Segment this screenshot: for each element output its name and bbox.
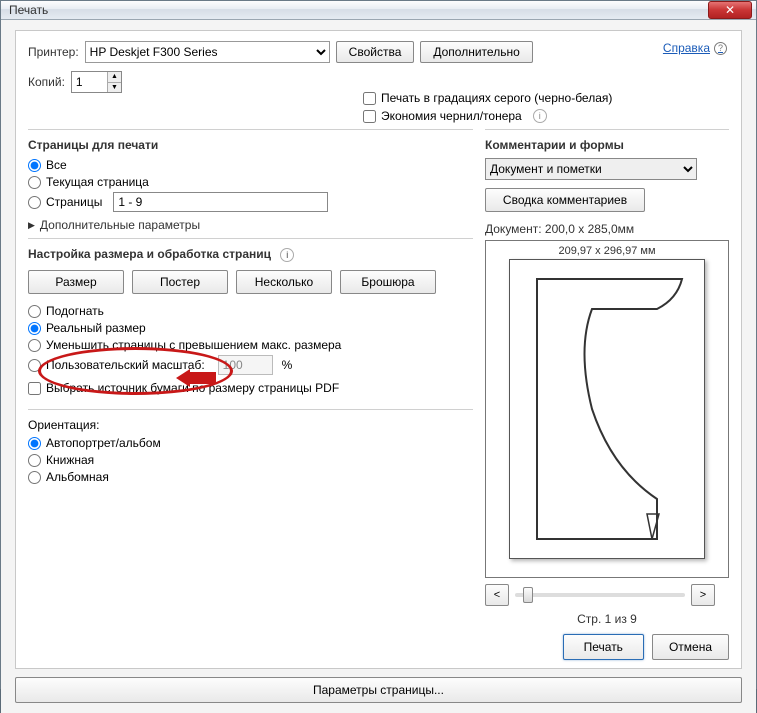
custom-scale-unit: % [282,358,293,372]
copies-input[interactable] [72,72,107,92]
pages-current-radio[interactable] [28,176,41,189]
properties-button[interactable]: Свойства [336,41,415,63]
size-button[interactable]: Размер [28,270,124,294]
shrink-label: Уменьшить страницы с превышением макс. р… [46,338,341,352]
triangle-right-icon: ▶ [28,220,35,231]
dialog-body: Справка ? Принтер: HP Deskjet F300 Serie… [1,20,756,713]
preview-box: 209,97 x 296,97 мм [485,240,729,578]
more-params-toggle[interactable]: ▶ Дополнительные параметры [28,218,473,232]
save-ink-checkbox[interactable] [363,110,376,123]
inner-panel: Справка ? Принтер: HP Deskjet F300 Serie… [15,30,742,669]
pages-all-radio[interactable] [28,159,41,172]
comments-select[interactable]: Документ и пометки [485,158,697,180]
custom-scale-label: Пользовательский масштаб: [46,358,205,372]
titlebar: Печать ✕ [1,1,756,20]
shrink-radio[interactable] [28,339,41,352]
pages-range-label: Страницы [46,195,102,209]
pages-current-label: Текущая страница [46,175,149,189]
print-options: Печать в градациях серого (черно-белая) … [363,91,612,127]
orient-auto-label: Автопортрет/альбом [46,436,161,450]
help-label: Справка [663,41,710,55]
comments-summary-button[interactable]: Сводка комментариев [485,188,645,212]
preview-nav: < > [485,584,729,606]
info-icon[interactable]: i [280,248,294,262]
pages-range-input[interactable] [113,192,328,212]
pages-header: Страницы для печати [28,129,473,152]
document-dimensions: Документ: 200,0 x 285,0мм [485,222,729,236]
print-button[interactable]: Печать [563,634,644,660]
page-preview [509,259,705,559]
custom-scale-radio[interactable] [28,359,41,372]
booklet-button[interactable]: Брошюра [340,270,436,294]
copies-row: Копий: ▲ ▼ [28,71,729,93]
multiple-button[interactable]: Несколько [236,270,332,294]
page-slider[interactable] [515,593,685,597]
copies-up[interactable]: ▲ [108,72,121,83]
save-ink-label: Экономия чернил/тонера [381,109,522,123]
more-params-label: Дополнительные параметры [40,218,200,232]
page-setup-button[interactable]: Параметры страницы... [15,677,742,703]
close-icon: ✕ [725,3,735,17]
custom-scale-input [218,355,273,375]
pattern-preview-svg [517,269,697,549]
orient-portrait-label: Книжная [46,453,94,467]
copies-label: Копий: [28,75,65,89]
pages-all-label: Все [46,158,67,172]
orientation-header: Ориентация: [28,418,473,432]
orient-landscape-radio[interactable] [28,471,41,484]
right-column: Комментарии и формы Документ и пометки С… [485,123,729,626]
grayscale-checkbox[interactable] [363,92,376,105]
orient-landscape-label: Альбомная [46,470,109,484]
fit-label: Подогнать [46,304,104,318]
comments-header: Комментарии и формы [485,129,729,152]
close-button[interactable]: ✕ [708,1,752,19]
choose-source-label: Выбрать источник бумаги по размеру стран… [46,381,339,395]
choose-source-checkbox[interactable] [28,382,41,395]
printer-label: Принтер: [28,45,79,59]
page-dimensions: 209,97 x 296,97 мм [558,245,655,257]
actual-size-radio[interactable] [28,322,41,335]
copies-down[interactable]: ▼ [108,83,121,93]
grayscale-label: Печать в градациях серого (черно-белая) [381,91,612,105]
copies-spinner[interactable]: ▲ ▼ [71,71,122,93]
left-column: Страницы для печати Все Текущая страница… [28,123,473,626]
orientation-section: Ориентация: Автопортрет/альбом Книжная А… [28,409,473,484]
printer-select[interactable]: HP Deskjet F300 Series [85,41,330,63]
sizing-header: Настройка размера и обработка страниц i [28,238,473,262]
footer-row: Печать Отмена [28,634,729,660]
advanced-button[interactable]: Дополнительно [420,41,532,63]
help-link[interactable]: Справка ? [663,41,727,55]
cancel-button[interactable]: Отмена [652,634,729,660]
pages-range-radio[interactable] [28,196,41,209]
columns: Страницы для печати Все Текущая страница… [28,123,729,626]
orient-portrait-radio[interactable] [28,454,41,467]
prev-page-button[interactable]: < [485,584,509,606]
fit-radio[interactable] [28,305,41,318]
print-dialog: Печать ✕ Справка ? Принтер: HP Deskjet F… [0,0,757,689]
printer-row: Принтер: HP Deskjet F300 Series Свойства… [28,41,729,63]
help-icon: ? [714,42,727,55]
info-icon[interactable]: i [533,109,547,123]
poster-button[interactable]: Постер [132,270,228,294]
window-title: Печать [9,3,708,17]
page-counter: Стр. 1 из 9 [485,612,729,626]
next-page-button[interactable]: > [691,584,715,606]
slider-thumb[interactable] [523,587,533,603]
orient-auto-radio[interactable] [28,437,41,450]
actual-size-label: Реальный размер [46,321,146,335]
